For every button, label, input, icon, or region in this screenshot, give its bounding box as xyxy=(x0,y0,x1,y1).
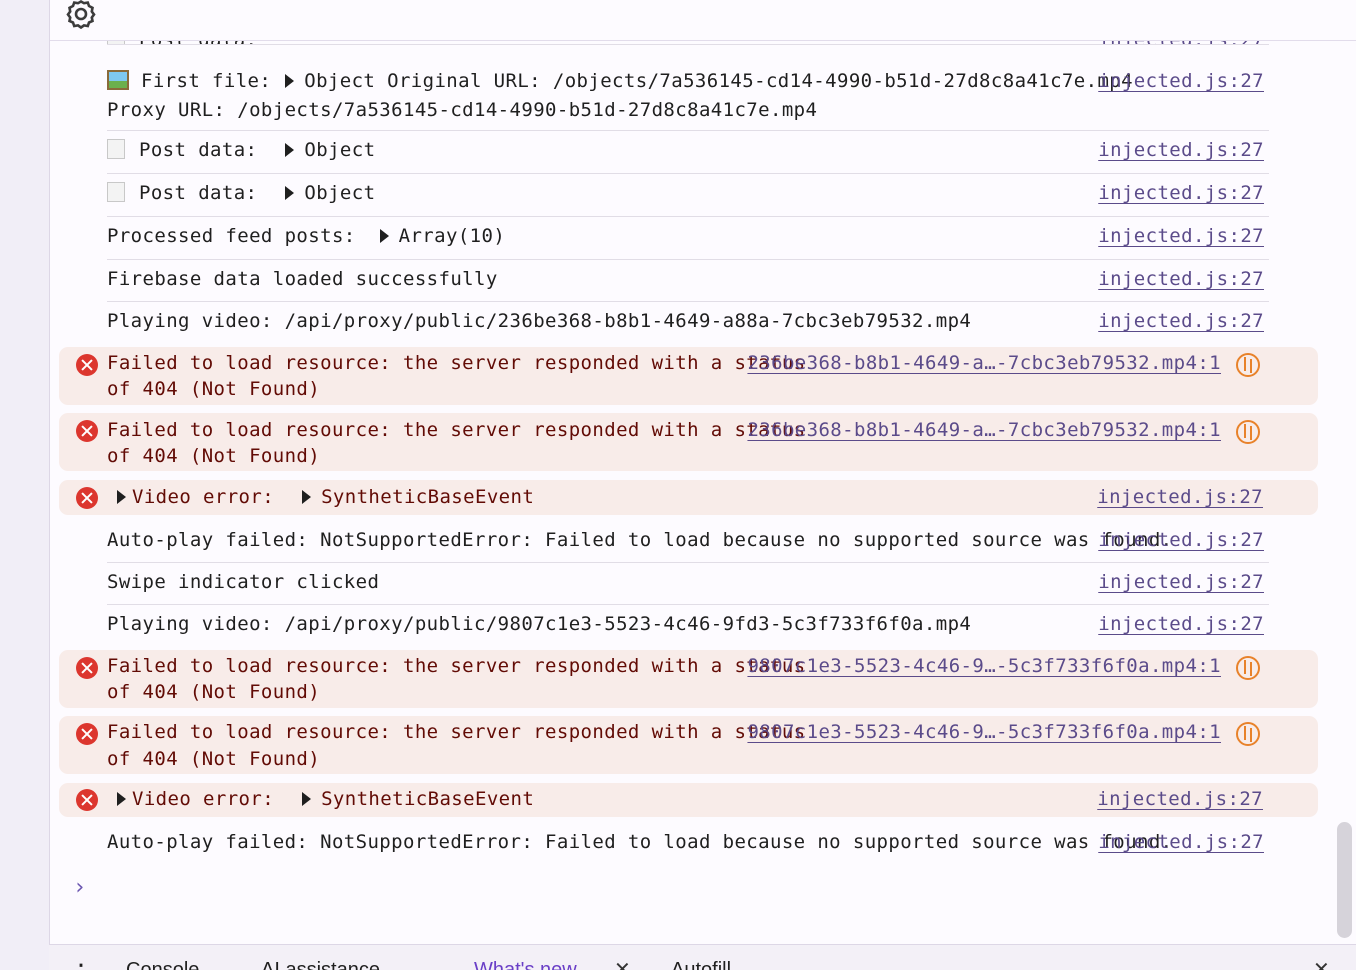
console-message: Post data: Object injected.js:27 xyxy=(107,180,1269,217)
console-message: Post data: Object injected.js:27 xyxy=(107,137,1269,174)
error-icon xyxy=(76,789,98,811)
expand-triangle-icon[interactable] xyxy=(117,792,126,806)
expand-triangle-icon[interactable] xyxy=(285,143,295,157)
source-link[interactable]: injected.js:27 xyxy=(1097,484,1263,510)
error-icon xyxy=(76,723,98,745)
drawer-tabbar: ⋮ Console AI assistance What's new ✕ Aut… xyxy=(49,944,1356,970)
console-error-message: Failed to load resource: the server resp… xyxy=(59,413,1318,471)
message-text: Swipe indicator clicked xyxy=(107,571,380,593)
source-link[interactable]: injected.js:27 xyxy=(1097,786,1263,812)
message-text: Playing video: /api/proxy/public/236be36… xyxy=(107,310,972,332)
object-preview[interactable]: SyntheticBaseEvent xyxy=(321,486,534,508)
tab-ai-assistance[interactable]: AI assistance xyxy=(261,959,380,970)
error-text-line2: of 404 (Not Found) xyxy=(107,748,321,770)
console-message: Swipe indicator clicked injected.js:27 xyxy=(107,569,1269,605)
error-text-line1: Failed to load resource: the server resp… xyxy=(107,352,806,374)
message-text: Object Original URL: /objects/7a536145-c… xyxy=(304,70,1133,92)
expand-triangle-icon[interactable] xyxy=(379,229,389,243)
object-preview[interactable]: SyntheticBaseEvent xyxy=(321,788,534,810)
console-message: Firebase data loaded successfully inject… xyxy=(107,266,1269,302)
source-link[interactable]: injected.js:27 xyxy=(1098,829,1264,855)
console-prompt-input[interactable]: › xyxy=(73,875,86,900)
source-link[interactable]: injected.js:27 xyxy=(1098,68,1264,94)
console-message: Playing video: /api/proxy/public/9807c1e… xyxy=(107,611,1269,646)
console-message: Auto-play failed: NotSupportedError: Fai… xyxy=(107,829,1269,865)
network-request-icon[interactable] xyxy=(1236,420,1260,444)
close-tab-icon[interactable]: ✕ xyxy=(614,957,631,970)
network-request-icon[interactable] xyxy=(1236,353,1260,377)
console-message: First file: Object Original URL: /objects… xyxy=(107,68,1269,131)
message-label: Video error: xyxy=(132,788,275,810)
message-label: First file: xyxy=(141,70,272,92)
expand-triangle-icon[interactable] xyxy=(302,490,312,504)
tab-console[interactable]: Console xyxy=(126,959,199,970)
network-request-icon[interactable] xyxy=(1236,722,1260,746)
error-text-line1: Failed to load resource: the server resp… xyxy=(107,721,806,743)
console-error-message: Failed to load resource: the server resp… xyxy=(59,347,1318,405)
object-preview[interactable]: Array(10) xyxy=(399,225,506,247)
source-link[interactable]: injected.js:27 xyxy=(1098,223,1264,249)
message-label: Processed feed posts: xyxy=(107,225,356,247)
error-text-line2: of 404 (Not Found) xyxy=(107,445,321,467)
message-text-line2: Proxy URL: /objects/7a536145-cd14-4990-b… xyxy=(107,99,818,121)
console-error-message: Video error: SyntheticBaseEvent injected.… xyxy=(59,783,1318,817)
source-link[interactable]: 236be368-b8b1-4649-a…-7cbc3eb79532.mp4:1 xyxy=(747,417,1221,443)
console-panel: Post data: injected.js:27 First file: Obj… xyxy=(49,0,1356,944)
expand-triangle-icon[interactable] xyxy=(285,74,295,88)
object-preview[interactable]: Object xyxy=(304,182,375,204)
expand-triangle-icon[interactable] xyxy=(117,490,126,504)
tab-autofill[interactable]: Autofill xyxy=(671,959,731,970)
message-label: Video error: xyxy=(132,486,275,508)
image-icon xyxy=(107,70,129,90)
error-icon xyxy=(76,354,98,376)
error-icon xyxy=(76,657,98,679)
message-label: Post data: xyxy=(139,182,258,204)
gear-icon[interactable] xyxy=(65,0,97,30)
error-text-line1: Failed to load resource: the server resp… xyxy=(107,655,806,677)
message-text: Playing video: /api/proxy/public/9807c1e… xyxy=(107,613,972,635)
error-icon xyxy=(76,487,98,509)
error-text-line1: Failed to load resource: the server resp… xyxy=(107,419,806,441)
console-message: Auto-play failed: NotSupportedError: Fai… xyxy=(107,527,1269,563)
console-message: Processed feed posts: Array(10) injected.… xyxy=(107,223,1269,260)
source-link[interactable]: injected.js:27 xyxy=(1098,180,1264,206)
source-link[interactable]: 236be368-b8b1-4649-a…-7cbc3eb79532.mp4:1 xyxy=(747,350,1221,376)
console-log: Post data: injected.js:27 First file: Obj… xyxy=(50,0,1356,944)
network-request-icon[interactable] xyxy=(1236,656,1260,680)
source-link[interactable]: 9807c1e3-5523-4c46-9…-5c3f733f6f0a.mp4:1 xyxy=(747,653,1221,679)
message-text: Firebase data loaded successfully xyxy=(107,268,498,290)
close-drawer-icon[interactable]: ✕ xyxy=(1313,957,1330,970)
source-link[interactable]: injected.js:27 xyxy=(1098,266,1264,292)
file-icon xyxy=(107,139,125,159)
error-text-line2: of 404 (Not Found) xyxy=(107,681,321,703)
tab-whats-new[interactable]: What's new xyxy=(474,959,577,970)
message-text: Auto-play failed: NotSupportedError: Fai… xyxy=(107,529,1173,551)
message-label: Post data: xyxy=(139,139,258,161)
console-toolbar xyxy=(50,0,1356,41)
error-icon xyxy=(76,420,98,442)
console-message: Playing video: /api/proxy/public/236be36… xyxy=(107,308,1269,343)
console-error-message: Failed to load resource: the server resp… xyxy=(59,716,1318,774)
expand-triangle-icon[interactable] xyxy=(302,792,312,806)
message-text: Auto-play failed: NotSupportedError: Fai… xyxy=(107,831,1173,853)
source-link[interactable]: injected.js:27 xyxy=(1098,308,1264,334)
scrollbar-thumb[interactable] xyxy=(1337,822,1352,938)
source-link[interactable]: injected.js:27 xyxy=(1098,527,1264,553)
source-link[interactable]: injected.js:27 xyxy=(1098,137,1264,163)
expand-triangle-icon[interactable] xyxy=(285,186,295,200)
console-error-message: Failed to load resource: the server resp… xyxy=(59,650,1318,708)
object-preview[interactable]: Object xyxy=(304,139,375,161)
source-link[interactable]: injected.js:27 xyxy=(1098,569,1264,595)
console-error-message: Video error: SyntheticBaseEvent injected.… xyxy=(59,480,1318,515)
more-tabs-icon[interactable]: ⋮ xyxy=(71,959,91,970)
source-link[interactable]: injected.js:27 xyxy=(1098,611,1264,637)
source-link[interactable]: 9807c1e3-5523-4c46-9…-5c3f733f6f0a.mp4:1 xyxy=(747,719,1221,745)
file-icon xyxy=(107,182,125,202)
error-text-line2: of 404 (Not Found) xyxy=(107,378,321,400)
